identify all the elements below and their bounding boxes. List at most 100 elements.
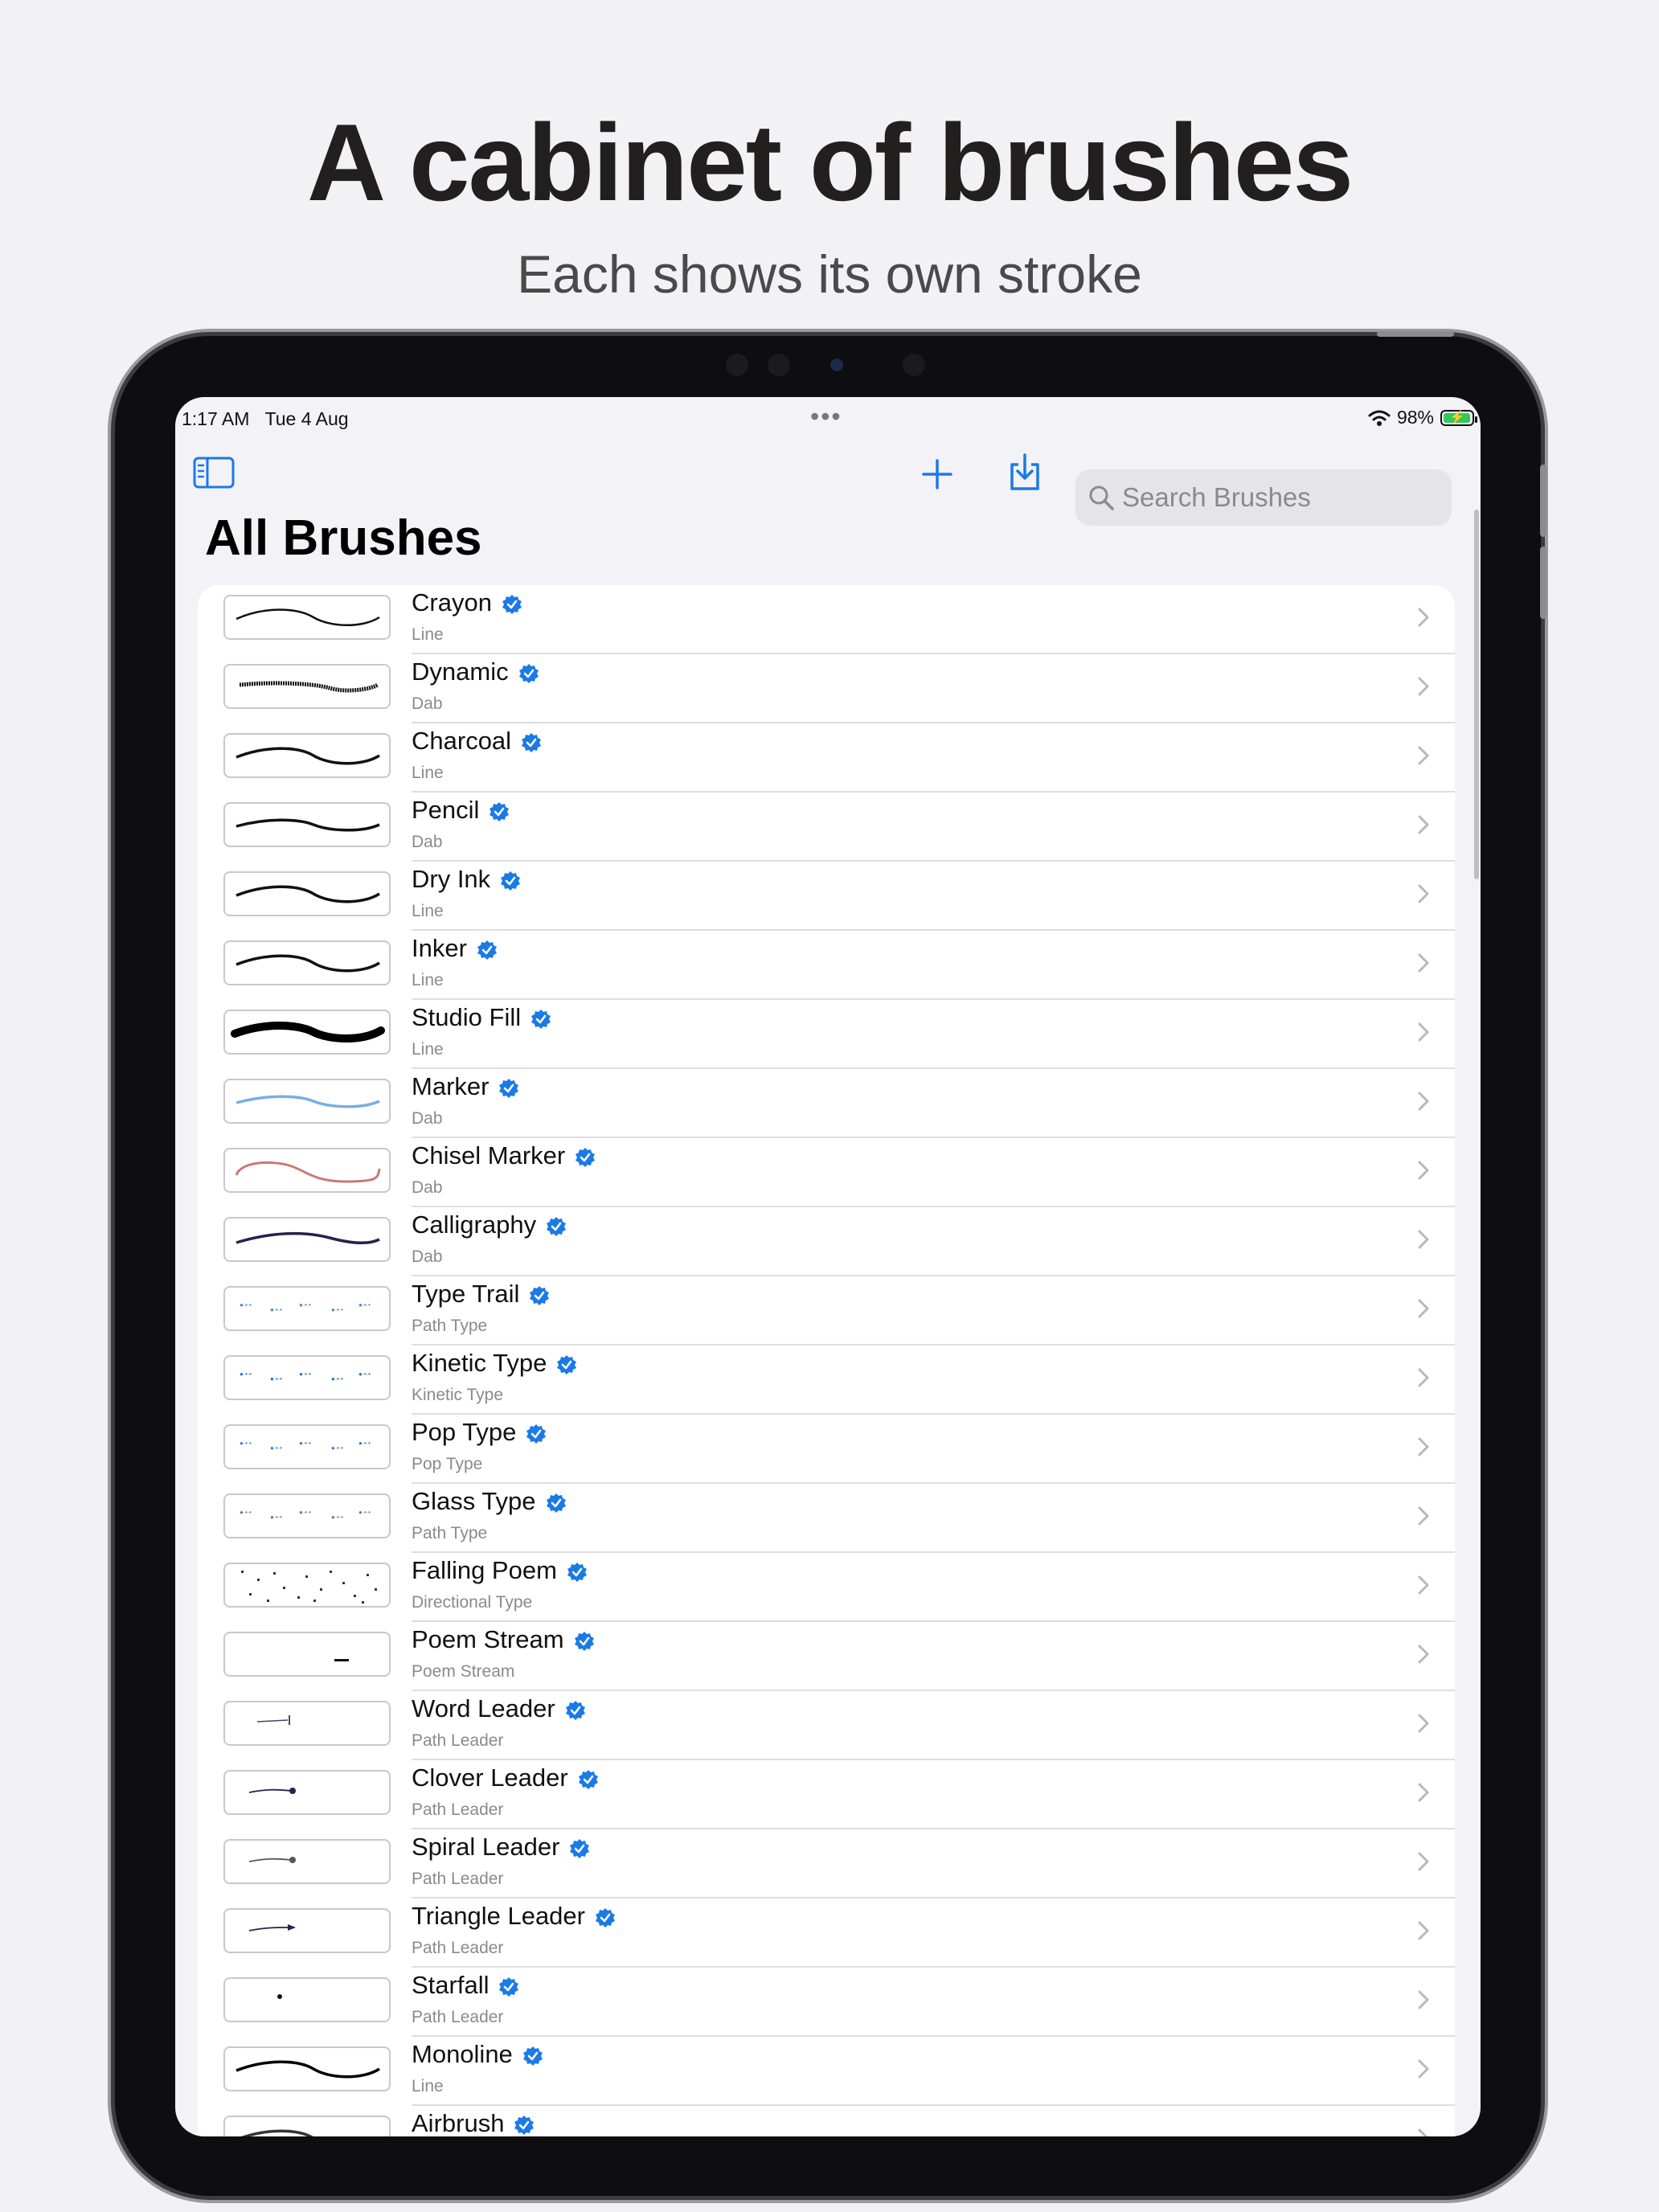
brush-type: Directional Type — [412, 1593, 533, 1612]
volume-down-button — [1540, 547, 1546, 619]
brush-row[interactable]: ●∙•∙• ●∙•∙• ●∙•∙• ●∙•∙• ●∙•∙• Glass Type Path … — [198, 1484, 1455, 1553]
brush-row[interactable]: Dry Ink Line — [198, 862, 1455, 931]
chevron-right-icon — [1416, 675, 1431, 698]
import-icon[interactable] — [1008, 452, 1042, 492]
verified-badge-icon — [530, 1007, 551, 1029]
brush-row[interactable]: Spiral Leader Path Leader — [198, 1829, 1455, 1899]
verified-badge-icon — [500, 869, 521, 891]
brush-row[interactable]: Chisel Marker Dab — [198, 1138, 1455, 1207]
brush-type: Kinetic Type — [412, 1386, 504, 1404]
verified-badge-icon — [546, 1491, 567, 1513]
multitasking-dots[interactable]: ••• — [810, 402, 842, 432]
verified-badge-icon — [529, 1284, 550, 1305]
brush-type: Poem Stream — [412, 1662, 515, 1681]
brush-row[interactable]: Studio Fill Line — [198, 1000, 1455, 1069]
scrollbar[interactable] — [1474, 510, 1479, 879]
brush-name: Poem Stream — [412, 1625, 564, 1653]
chevron-right-icon — [1416, 1781, 1431, 1804]
brush-preview — [223, 1217, 391, 1262]
verified-badge-icon — [526, 1422, 547, 1444]
brush-preview: ●∙•∙• ●∙•∙• ●∙•∙• ●∙•∙• ●∙•∙• — [223, 1424, 391, 1469]
brush-row[interactable]: ●∙•∙• ●∙•∙• ●∙•∙• ●∙•∙• ●∙•∙• Pop Type Pop Typ… — [198, 1415, 1455, 1484]
brush-type: Dab — [412, 1247, 443, 1266]
verified-badge-icon — [521, 731, 542, 752]
brush-row[interactable]: Marker Dab — [198, 1069, 1455, 1138]
brush-name: Triangle Leader — [412, 1902, 585, 1930]
svg-text:●∙•∙•: ●∙•∙• — [358, 1370, 371, 1378]
brush-type: Pop Type — [412, 1455, 483, 1473]
brush-type: Path Leader — [412, 1800, 504, 1819]
brush-name: Dry Ink — [412, 865, 491, 893]
brush-row[interactable]: ●∙•∙• ●∙•∙• ●∙•∙• ●∙•∙• ●∙•∙• Type Trail Path … — [198, 1276, 1455, 1346]
brush-name: Dynamic — [412, 657, 509, 686]
svg-text:●∙•∙•: ●∙•∙• — [270, 1306, 282, 1313]
svg-text:●∙•∙•: ●∙•∙• — [331, 1514, 343, 1521]
brush-row[interactable]: Airbrush — [198, 2106, 1455, 2136]
brush-preview — [223, 802, 391, 847]
svg-text:●∙•∙•: ●∙•∙• — [240, 1301, 252, 1309]
sensor-right — [903, 354, 925, 376]
brush-row[interactable]: Crayon Line — [198, 585, 1455, 654]
svg-text:●∙•∙•: ●∙•∙• — [358, 1440, 371, 1447]
svg-text:●∙•∙•: ●∙•∙• — [240, 1370, 252, 1378]
brush-row[interactable]: Pencil Dab — [198, 793, 1455, 862]
brush-preview — [223, 733, 391, 778]
wifi-icon — [1368, 410, 1391, 426]
chevron-right-icon — [1416, 1574, 1431, 1596]
brush-name: Chisel Marker — [412, 1141, 566, 1169]
brush-name: Calligraphy — [412, 1210, 537, 1239]
svg-text:●∙•∙•: ●∙•∙• — [240, 1509, 252, 1516]
brush-row[interactable]: Dynamic Dab — [198, 654, 1455, 723]
brush-row[interactable]: ●∙•∙• ●∙•∙• ●∙•∙• ●∙•∙• ●∙•∙• Kinetic Type Kin… — [198, 1346, 1455, 1415]
svg-text:●∙•∙•: ●∙•∙• — [331, 1444, 343, 1452]
sensor-mid — [768, 354, 790, 376]
verified-badge-icon — [578, 1768, 599, 1789]
brush-row[interactable]: Inker Line — [198, 931, 1455, 1000]
brush-name: Monoline — [412, 2040, 513, 2068]
brush-name: Starfall — [412, 1971, 490, 1999]
brush-row[interactable]: Charcoal Line — [198, 723, 1455, 793]
brush-name-wrap: Crayon — [412, 588, 522, 617]
brush-name: Kinetic Type — [412, 1349, 547, 1377]
brush-type: Dab — [412, 1178, 443, 1197]
brush-name: Falling Poem — [412, 1556, 557, 1584]
brush-type: Line — [412, 764, 444, 782]
chevron-right-icon — [1416, 952, 1431, 974]
brush-name-wrap: Glass Type — [412, 1487, 567, 1516]
svg-text:●∙•∙•: ●∙•∙• — [270, 1444, 282, 1452]
chevron-right-icon — [1416, 744, 1431, 767]
brush-type: Line — [412, 1040, 444, 1059]
verified-badge-icon — [569, 1837, 590, 1858]
chevron-right-icon — [1416, 1436, 1431, 1458]
top-button — [1377, 331, 1454, 337]
brush-name: Glass Type — [412, 1487, 536, 1515]
brush-row[interactable]: Monoline Line — [198, 2037, 1455, 2106]
chevron-right-icon — [1416, 2127, 1431, 2136]
brush-row[interactable]: Falling Poem Directional Type — [198, 1553, 1455, 1622]
brush-name-wrap: Spiral Leader — [412, 1833, 590, 1862]
brush-row[interactable]: Triangle Leader Path Leader — [198, 1899, 1455, 1968]
chevron-right-icon — [1416, 1297, 1431, 1320]
front-camera — [830, 358, 843, 371]
plus-icon[interactable] — [921, 458, 953, 490]
sidebar-icon[interactable] — [193, 457, 235, 489]
chevron-right-icon — [1416, 1919, 1431, 1942]
search-placeholder: Search Brushes — [1122, 482, 1311, 512]
chevron-right-icon — [1416, 1850, 1431, 1873]
brush-row[interactable]: Word Leader Path Leader — [198, 1691, 1455, 1760]
status-time: 1:17 AM Tue 4 Aug — [182, 408, 349, 429]
search-field[interactable]: Search Brushes — [1075, 469, 1452, 526]
verified-badge-icon — [575, 1145, 596, 1167]
brush-preview: ●∙•∙• ●∙•∙• ●∙•∙• ●∙•∙• ●∙•∙• — [223, 1286, 391, 1331]
brush-row[interactable]: Calligraphy Dab — [198, 1207, 1455, 1276]
brush-preview — [223, 2046, 391, 2091]
brush-name-wrap: Marker — [412, 1072, 519, 1101]
svg-text:●∙•∙•: ●∙•∙• — [270, 1375, 282, 1382]
brush-row[interactable]: Clover Leader Path Leader — [198, 1760, 1455, 1829]
brush-preview — [223, 1770, 391, 1815]
brush-name: Crayon — [412, 588, 492, 616]
brush-row[interactable]: Poem Stream Poem Stream — [198, 1622, 1455, 1691]
brush-preview — [223, 2116, 391, 2136]
brush-row[interactable]: Starfall Path Leader — [198, 1968, 1455, 2037]
volume-up-button — [1540, 465, 1546, 537]
